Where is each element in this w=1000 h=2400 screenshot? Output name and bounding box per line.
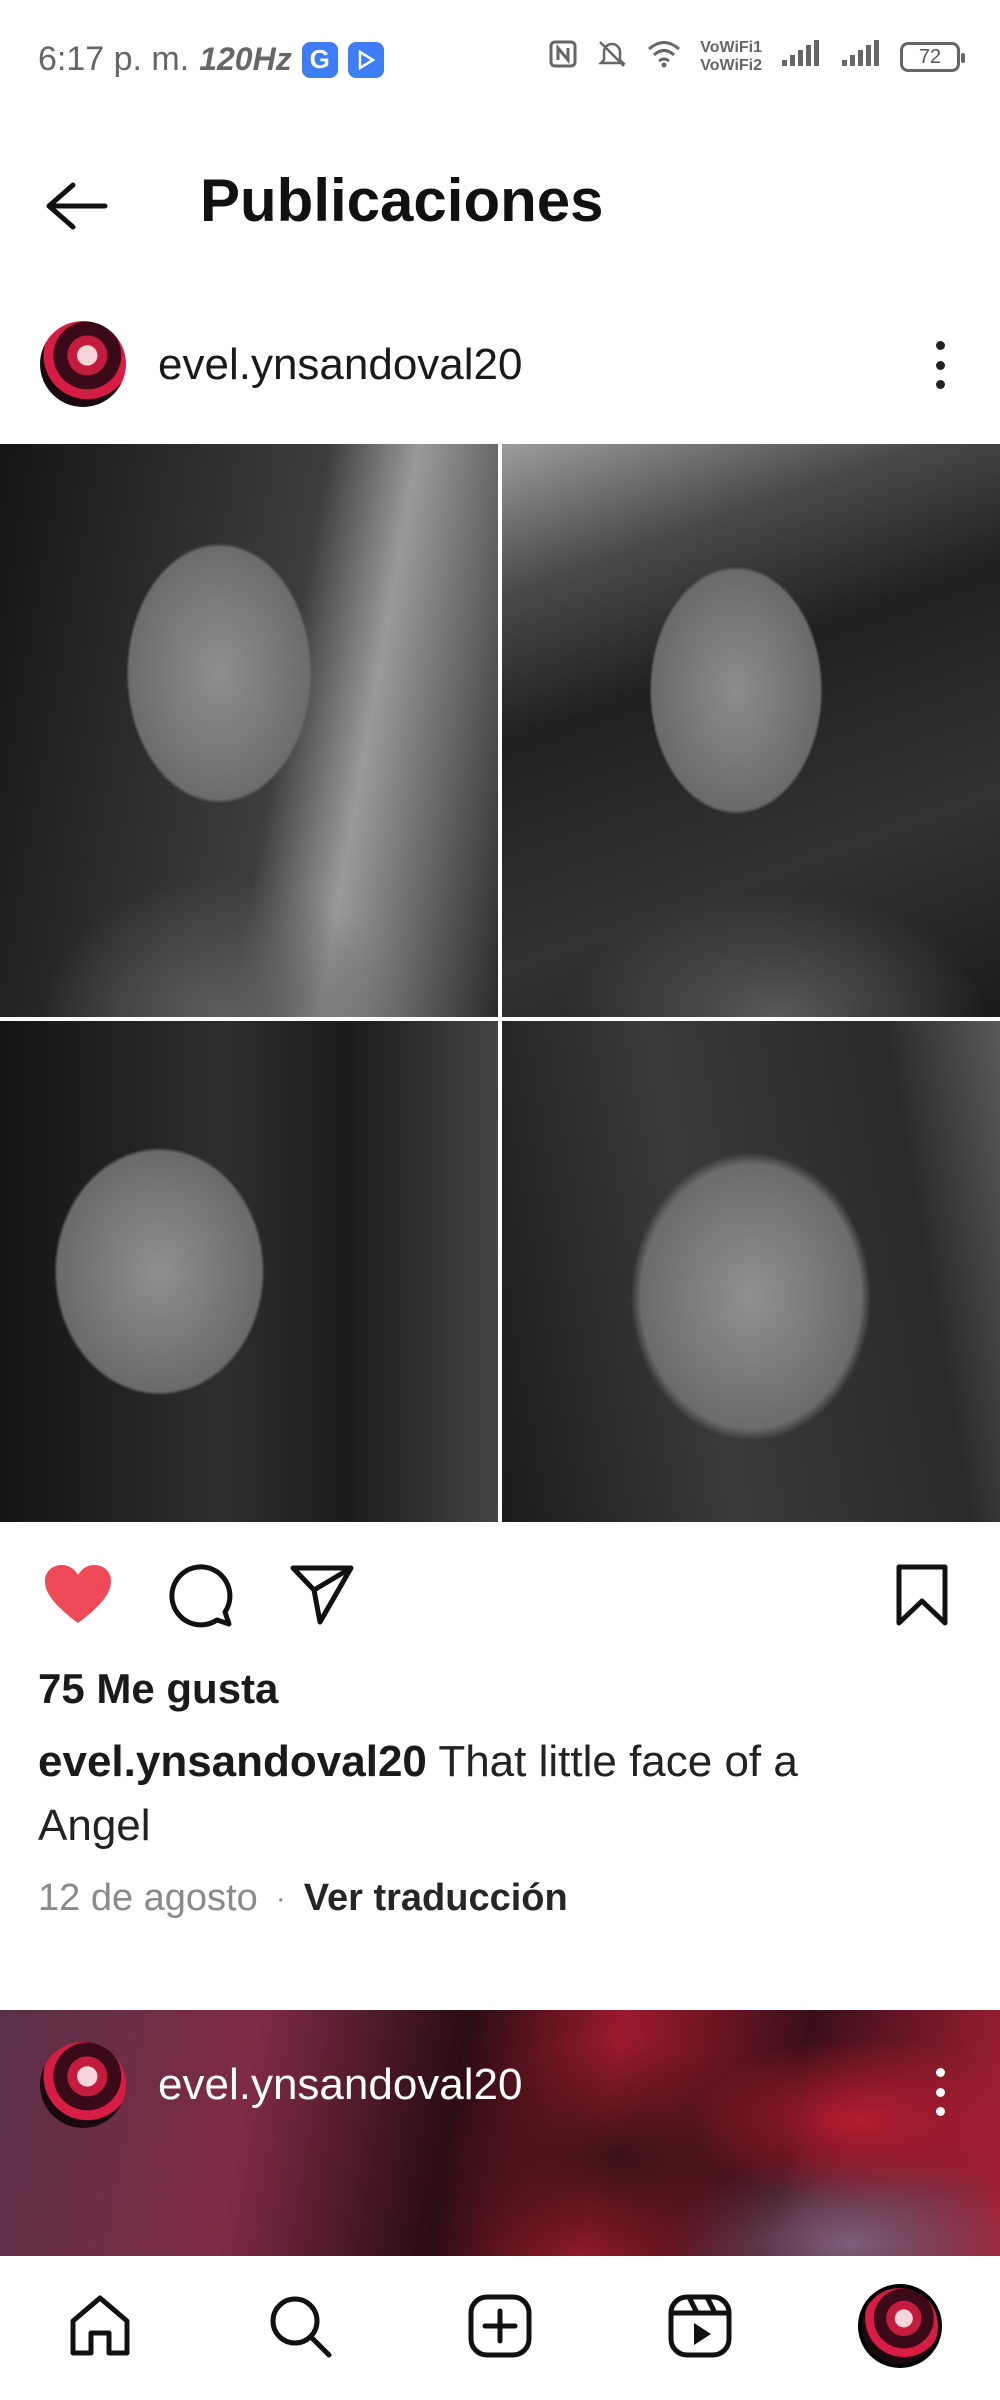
more-icon-dot [935, 2107, 945, 2116]
signal-icon-2 [840, 40, 882, 74]
nav-reels[interactable] [650, 2276, 750, 2376]
status-right: VoWiFi1 VoWiFi2 72 [548, 38, 965, 76]
play-app-icon [347, 41, 384, 78]
like-button[interactable] [38, 1555, 118, 1635]
post-photo-collage[interactable] [0, 444, 1000, 1522]
signal-icon-1 [780, 40, 822, 74]
see-translation-link[interactable]: Ver traducción [304, 1877, 568, 1920]
more-options-button[interactable] [920, 337, 960, 393]
post-meta: 12 de agosto · Ver traducción [38, 1877, 568, 1920]
bottom-nav [0, 2256, 1000, 2400]
wifi-icon [646, 39, 682, 75]
send-icon [290, 1565, 354, 1625]
post-username[interactable]: evel.ynsandoval20 [158, 340, 522, 390]
post-photo[interactable] [502, 444, 1000, 1017]
create-icon [468, 2294, 532, 2358]
comment-icon [169, 1564, 233, 1628]
avatar[interactable] [40, 2042, 126, 2128]
post-date: 12 de agosto [38, 1877, 258, 1919]
post-caption: evel.ynsandoval20 That little face of a … [38, 1730, 918, 1858]
arrow-left-icon [46, 182, 108, 230]
meta-separator: · [275, 1881, 286, 1915]
vowifi-1: VoWiFi1 [700, 39, 762, 56]
next-post-preview[interactable]: evel.ynsandoval20 [0, 2010, 1000, 2256]
nav-home[interactable] [50, 2276, 150, 2376]
reels-icon [668, 2294, 732, 2358]
comment-button[interactable] [160, 1555, 240, 1635]
avatar[interactable] [40, 321, 126, 407]
more-icon-dot [935, 341, 945, 350]
mute-icon [596, 38, 628, 76]
back-button[interactable] [40, 176, 112, 236]
nfc-icon [548, 39, 578, 75]
bookmark-icon [896, 1564, 948, 1626]
more-options-button[interactable] [920, 2064, 960, 2120]
status-time: 6:17 p. m. [38, 40, 190, 78]
more-icon-dot [935, 2068, 945, 2077]
status-left: 6:17 p. m. 120Hz G [38, 40, 384, 79]
vowifi-2: VoWiFi2 [700, 57, 762, 74]
post-photo[interactable] [0, 1021, 498, 1522]
likes-count[interactable]: 75 Me gusta [38, 1665, 278, 1713]
next-post-username[interactable]: evel.ynsandoval20 [158, 2060, 522, 2110]
more-icon-dot [935, 360, 945, 370]
google-app-icon: G [301, 41, 338, 78]
more-icon-dot [935, 2087, 945, 2097]
home-icon [70, 2295, 130, 2356]
nav-create[interactable] [450, 2276, 550, 2376]
nav-search[interactable] [250, 2276, 350, 2376]
nav-profile[interactable] [850, 2276, 950, 2376]
status-bar: 6:17 p. m. 120Hz G VoWiFi1 VoWiFi2 72 [0, 0, 1000, 120]
caption-username[interactable]: evel.ynsandoval20 [38, 1737, 427, 1786]
page-title: Publicaciones [200, 167, 604, 234]
vowifi-labels: VoWiFi1 VoWiFi2 [700, 39, 762, 75]
search-icon [270, 2296, 332, 2358]
battery-icon: 72 [900, 42, 965, 72]
post-actions [0, 1555, 1000, 1635]
battery-level: 72 [918, 45, 942, 68]
profile-avatar [858, 2284, 942, 2368]
more-icon-dot [935, 380, 945, 389]
app-header: Publicaciones [0, 150, 1000, 260]
post-photo[interactable] [502, 1021, 1000, 1522]
share-button[interactable] [282, 1555, 362, 1635]
post-photo[interactable] [0, 444, 498, 1017]
refresh-rate: 120Hz [199, 41, 292, 77]
heart-icon [45, 1565, 111, 1623]
save-button[interactable] [882, 1555, 962, 1635]
post-header: evel.ynsandoval20 [0, 315, 1000, 415]
